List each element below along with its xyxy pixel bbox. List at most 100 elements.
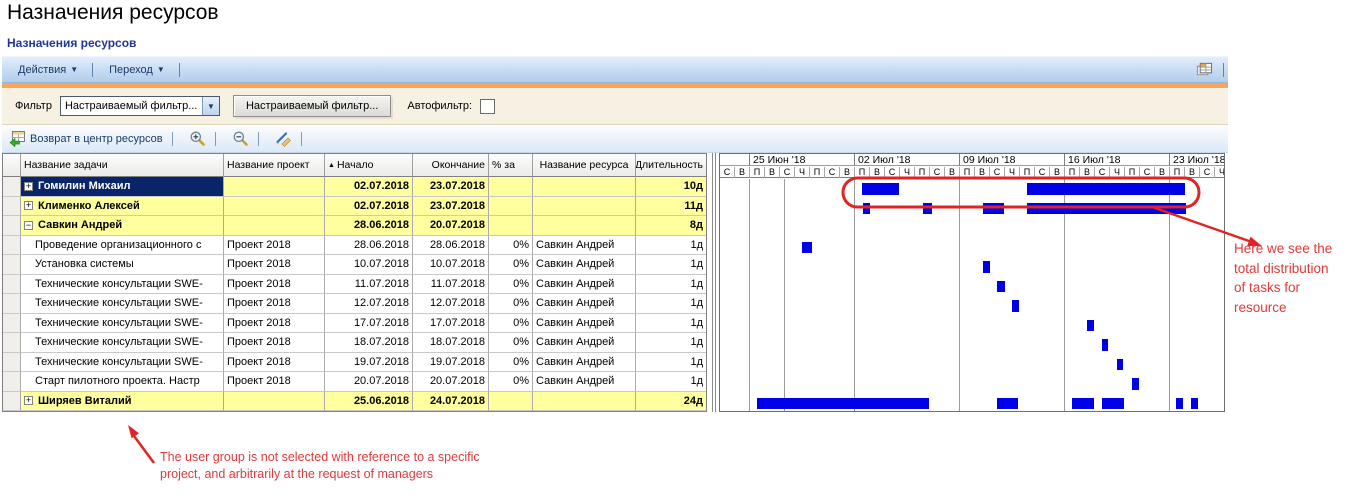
gantt-bar[interactable] <box>923 203 932 215</box>
column-header-pct[interactable]: % за <box>489 154 533 177</box>
gantt-day-cell: П <box>809 167 824 178</box>
zoom-out-icon[interactable] <box>232 130 249 147</box>
cell-duration: 1д <box>636 275 706 295</box>
gantt-bar[interactable] <box>1072 398 1094 410</box>
gantt-bar[interactable] <box>983 203 1004 215</box>
column-header-finish[interactable]: Окончание <box>413 154 489 177</box>
column-header-duration[interactable]: Длительность <box>636 154 706 177</box>
gantt-day-cell: В <box>1079 167 1094 178</box>
table-row[interactable]: +Ширяев Виталий25.06.201824.07.201824д <box>3 392 706 412</box>
collapse-icon[interactable]: − <box>24 221 33 230</box>
gantt-bar[interactable] <box>1102 339 1109 351</box>
expand-icon[interactable]: + <box>24 201 33 210</box>
table-row[interactable]: Технические консультации SWE-Проект 2018… <box>3 314 706 334</box>
breadcrumb-link[interactable]: Назначения ресурсов <box>7 36 136 50</box>
menu-item-действия[interactable]: Действия▼ <box>18 64 78 76</box>
table-row[interactable]: Технические консультации SWE-Проект 2018… <box>3 333 706 353</box>
cell-rowhdr <box>3 392 21 412</box>
table-row[interactable]: Установка системыПроект 201810.07.201810… <box>3 255 706 275</box>
cell-duration: 1д <box>636 236 706 256</box>
table-row[interactable]: +Клименко Алексей02.07.201823.07.201811д <box>3 197 706 217</box>
table-row[interactable]: +Гомилин Михаил02.07.201823.07.201810д <box>3 177 706 197</box>
gantt-bar[interactable] <box>997 281 1005 293</box>
gantt-bar[interactable] <box>997 398 1018 410</box>
table-row[interactable]: Технические консультации SWE-Проект 2018… <box>3 294 706 314</box>
view-grid-icon[interactable] <box>1196 61 1213 78</box>
cell-rowhdr <box>3 236 21 256</box>
gantt-day-cell: В <box>734 167 749 178</box>
gantt-bar[interactable] <box>1176 398 1184 410</box>
cell-task: Технические консультации SWE- <box>21 294 224 314</box>
cell-finish: 20.07.2018 <box>413 216 489 236</box>
gantt-day-cell: В <box>1049 167 1064 178</box>
cell-pct <box>489 197 533 217</box>
cell-pct <box>489 216 533 236</box>
gantt-bar[interactable] <box>863 203 870 215</box>
gantt-body <box>720 179 1224 411</box>
gantt-bar[interactable] <box>1132 378 1140 390</box>
cell-rowhdr <box>3 177 21 197</box>
cell-rowhdr <box>3 372 21 392</box>
cell-project <box>224 392 325 412</box>
menu-item-переход[interactable]: Переход▼ <box>109 64 165 76</box>
gantt-week-label: 16 Июл '18 <box>1064 154 1169 166</box>
page-title: Назначения ресурсов <box>7 1 219 25</box>
column-header-rowhdr[interactable] <box>3 154 21 177</box>
gantt-day-cell: В <box>974 167 989 178</box>
menu-bar: Действия▼ Переход▼ <box>2 56 1228 83</box>
gantt-bar[interactable] <box>1027 203 1185 215</box>
filter-label: Фильтр <box>15 100 52 112</box>
cell-duration: 8д <box>636 216 706 236</box>
table-row[interactable]: −Савкин Андрей28.06.201820.07.20188д <box>3 216 706 236</box>
cell-duration: 1д <box>636 333 706 353</box>
back-to-resource-center-label[interactable]: Возврат в центр ресурсов <box>30 133 163 145</box>
gantt-bar[interactable] <box>802 242 812 254</box>
splitter[interactable] <box>712 153 713 412</box>
gantt-bar[interactable] <box>1087 320 1095 332</box>
gantt-bar[interactable] <box>1117 359 1124 371</box>
autofilter-label: Автофильтр: <box>407 100 472 112</box>
go-to-task-icon[interactable] <box>275 130 292 147</box>
chevron-down-icon: ▼ <box>70 65 78 74</box>
filter-dropdown[interactable]: Настраиваемый фильтр... ▼ <box>60 96 220 116</box>
cell-pct: 0% <box>489 353 533 373</box>
gantt-bar[interactable] <box>1012 300 1019 312</box>
cell-resource <box>533 197 636 217</box>
gantt-day-cell: Ч <box>1109 167 1124 178</box>
zoom-in-icon[interactable] <box>189 130 206 147</box>
autofilter-checkbox[interactable] <box>480 99 495 114</box>
gantt-bar[interactable] <box>983 261 990 273</box>
cell-finish: 10.07.2018 <box>413 255 489 275</box>
gantt-bar[interactable] <box>757 398 930 410</box>
cell-finish: 23.07.2018 <box>413 177 489 197</box>
cell-pct: 0% <box>489 333 533 353</box>
expand-icon[interactable]: + <box>24 182 33 191</box>
column-header-resource[interactable]: Название ресурса <box>533 154 636 177</box>
column-header-project[interactable]: Название проект <box>224 154 325 177</box>
expand-icon[interactable]: + <box>24 396 33 405</box>
resource-center-icon[interactable] <box>9 130 26 147</box>
gantt-bar[interactable] <box>862 183 899 195</box>
gantt-week-gridline <box>854 179 855 411</box>
cell-resource: Савкин Андрей <box>533 236 636 256</box>
cell-resource: Савкин Андрей <box>533 333 636 353</box>
cell-pct: 0% <box>489 294 533 314</box>
gantt-bar[interactable] <box>1102 398 1124 410</box>
table-row[interactable]: Технические консультации SWE-Проект 2018… <box>3 275 706 295</box>
column-header-start[interactable]: ▲Начало <box>325 154 413 177</box>
table-row[interactable]: Проведение организационного сПроект 2018… <box>3 236 706 256</box>
annotation-text-line: total distribution <box>1234 259 1332 279</box>
table-row[interactable]: Технические консультации SWE-Проект 2018… <box>3 353 706 373</box>
cell-resource: Савкин Андрей <box>533 372 636 392</box>
cell-duration: 1д <box>636 314 706 334</box>
chevron-down-icon[interactable]: ▼ <box>202 97 219 115</box>
cell-finish: 12.07.2018 <box>413 294 489 314</box>
gantt-bar[interactable] <box>1191 398 1199 410</box>
gantt-day-cell: П <box>1124 167 1139 178</box>
gantt-bar[interactable] <box>1027 183 1185 195</box>
gantt-week-label: 25 Июн '18 <box>749 154 854 166</box>
column-header-task[interactable]: Название задачи <box>21 154 224 177</box>
gantt-day-cell: С <box>1199 167 1214 178</box>
table-row[interactable]: Старт пилотного проекта. НастрПроект 201… <box>3 372 706 392</box>
custom-filter-button[interactable]: Настраиваемый фильтр... <box>233 95 391 117</box>
